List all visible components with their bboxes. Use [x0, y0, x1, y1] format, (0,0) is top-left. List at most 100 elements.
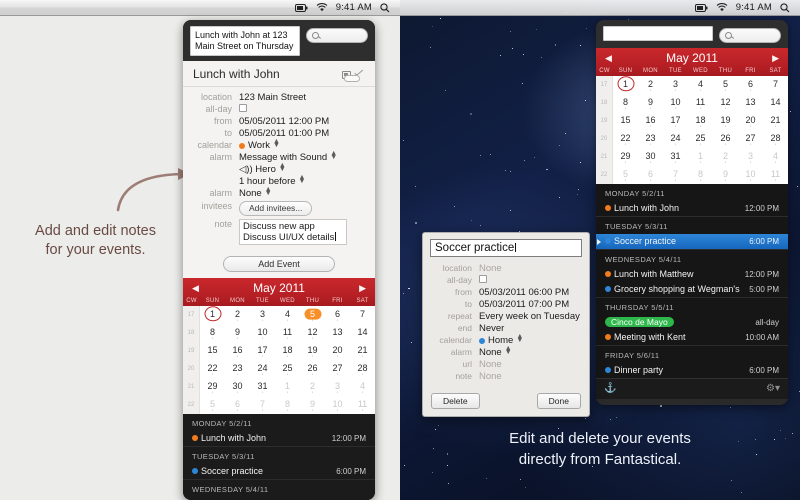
- calendar-day[interactable]: 3 ·: [663, 76, 688, 94]
- calendar-day[interactable]: 21 ·: [763, 112, 788, 130]
- calendar-day[interactable]: 10 ·: [250, 324, 275, 342]
- stepper-icon[interactable]: ▲ ▼: [299, 176, 304, 184]
- detail-field-value[interactable]: 05/03/2011 06:00 PM: [479, 287, 569, 298]
- calendar-day[interactable]: 16 ·: [225, 342, 250, 360]
- calendar-day[interactable]: 5 ·: [300, 306, 325, 324]
- calendar-day[interactable]: 17 ·: [250, 342, 275, 360]
- calendar-day[interactable]: 13: [738, 94, 763, 112]
- calendar-day[interactable]: 2 ·: [638, 76, 663, 94]
- calendar-day[interactable]: 15: [613, 112, 638, 130]
- stepper-icon[interactable]: ▲ ▼: [330, 152, 335, 160]
- calendar-day[interactable]: 7 ·: [250, 396, 275, 414]
- detail-field-value[interactable]: None: [479, 263, 502, 274]
- calendar-day[interactable]: 20 ·: [738, 112, 763, 130]
- calendar-day[interactable]: 21 ·: [350, 342, 375, 360]
- menubar-clock[interactable]: 9:41 AM: [736, 2, 772, 13]
- calendar-day[interactable]: 22 ·: [200, 360, 225, 378]
- gear-icon[interactable]: ⚙▾: [766, 383, 780, 394]
- calendar-day[interactable]: 16 ·: [638, 112, 663, 130]
- alarm2-select[interactable]: None ▲ ▼: [239, 188, 270, 199]
- calendar-day[interactable]: 6 ·: [325, 306, 350, 324]
- calendar-day[interactable]: 3 ·: [325, 378, 350, 396]
- calendar-day[interactable]: 5 ·: [713, 76, 738, 94]
- event-list-item[interactable]: Cinco de Mayo all-day: [596, 315, 788, 330]
- natural-language-input-right[interactable]: [603, 26, 713, 41]
- field-value[interactable]: 123 Main Street: [239, 92, 306, 103]
- field-value[interactable]: 05/05/2011 01:00 PM: [239, 128, 329, 139]
- calendar-day[interactable]: 11 ·: [688, 94, 713, 112]
- stepper-icon[interactable]: ▲ ▼: [265, 188, 270, 196]
- calendar-day[interactable]: 28 ·: [350, 360, 375, 378]
- calendar-day[interactable]: 26 ·: [713, 130, 738, 148]
- event-list-item[interactable]: Soccer practice 6:00 PM: [596, 234, 788, 249]
- calendar-day[interactable]: 4 ·: [275, 306, 300, 324]
- calendar-day[interactable]: 8 ·: [275, 396, 300, 414]
- calendar-day[interactable]: 18 ·: [688, 112, 713, 130]
- event-list-item[interactable]: Soccer practice 6:00 PM: [183, 464, 375, 479]
- calendar-day[interactable]: 31 ·: [663, 148, 688, 166]
- event-list-item[interactable]: Lunch with Matthew 12:00 PM: [596, 267, 788, 282]
- wifi-icon[interactable]: [716, 3, 728, 12]
- calendar-day[interactable]: 3 ·: [250, 306, 275, 324]
- calendar-day[interactable]: 9 ·: [713, 166, 738, 184]
- add-invitees-button[interactable]: Add invitees...: [239, 201, 312, 216]
- calendar-day[interactable]: 7: [763, 76, 788, 94]
- calendar-day[interactable]: 4 ·: [350, 378, 375, 396]
- calendar-day[interactable]: 12 ·: [300, 324, 325, 342]
- calendar-day[interactable]: 3 ·: [738, 148, 763, 166]
- calendar-day[interactable]: 28 ·: [763, 130, 788, 148]
- calendar-day[interactable]: 15: [200, 342, 225, 360]
- calendar-day[interactable]: 4 ·: [763, 148, 788, 166]
- prev-month-button[interactable]: ◀: [605, 53, 612, 64]
- calendar-day[interactable]: 29 ·: [613, 148, 638, 166]
- calendar-day[interactable]: 14: [350, 324, 375, 342]
- calendar-day[interactable]: 31 ·: [250, 378, 275, 396]
- calendar-day[interactable]: 2 ·: [713, 148, 738, 166]
- calendar-day[interactable]: 13: [325, 324, 350, 342]
- calendar-day[interactable]: 11 ·: [763, 166, 788, 184]
- event-list-item[interactable]: Dinner party 6:00 PM: [596, 363, 788, 378]
- event-list-item[interactable]: Lunch with John 12:00 PM: [183, 431, 375, 446]
- calendar-day[interactable]: 6 ·: [225, 396, 250, 414]
- calendar-day[interactable]: 27 ·: [325, 360, 350, 378]
- done-button[interactable]: Done: [537, 393, 581, 409]
- calendar-day[interactable]: 6 ·: [638, 166, 663, 184]
- calendar-day[interactable]: 11 ·: [350, 396, 375, 414]
- alarm-select[interactable]: Message with Sound ▲ ▼: [239, 152, 335, 163]
- calendar-reminder-toggle[interactable]: [342, 70, 365, 79]
- event-list-item[interactable]: Grocery shopping at Wegman's 5:00 PM: [596, 282, 788, 297]
- field-value[interactable]: 05/05/2011 12:00 PM: [239, 116, 329, 127]
- delete-button[interactable]: Delete: [431, 393, 480, 409]
- next-month-button[interactable]: ▶: [359, 283, 366, 294]
- detail-field-value[interactable]: Every week on Tuesday: [479, 311, 580, 322]
- calendar-day[interactable]: 24 ·: [663, 130, 688, 148]
- calendar-day[interactable]: 7: [350, 306, 375, 324]
- calendar-day[interactable]: 10 ·: [325, 396, 350, 414]
- calendar-day[interactable]: 25 ·: [688, 130, 713, 148]
- calendar-day[interactable]: 2 ·: [300, 378, 325, 396]
- calendar-day[interactable]: 1 ·: [688, 148, 713, 166]
- spotlight-search-icon[interactable]: [380, 3, 390, 13]
- note-textarea[interactable]: Discuss new app Discuss UI/UX details: [239, 219, 347, 245]
- calendar-day[interactable]: 18 ·: [275, 342, 300, 360]
- calendar-day[interactable]: 5 ·: [200, 396, 225, 414]
- calendar-day[interactable]: 1 ·: [275, 378, 300, 396]
- calendar-day[interactable]: 23 ·: [225, 360, 250, 378]
- calendar-day[interactable]: 19 ·: [300, 342, 325, 360]
- calendar-day[interactable]: 30 ·: [638, 148, 663, 166]
- calendar-day[interactable]: 24 ·: [250, 360, 275, 378]
- event-list-item[interactable]: Meeting with Kent 10:00 AM: [596, 330, 788, 345]
- calendar-day[interactable]: 22 ·: [613, 130, 638, 148]
- detail-field-value[interactable]: None: [479, 371, 502, 382]
- calendar-day[interactable]: 10 ·: [663, 94, 688, 112]
- calendar-day[interactable]: 26 ·: [300, 360, 325, 378]
- calendar-day[interactable]: 14: [763, 94, 788, 112]
- calendar-day[interactable]: 9 ·: [225, 324, 250, 342]
- allday-checkbox[interactable]: [239, 104, 247, 115]
- calendar-day[interactable]: 12 ·: [713, 94, 738, 112]
- calendar-day[interactable]: 6 ·: [738, 76, 763, 94]
- calendar-day[interactable]: 8 ·: [200, 324, 225, 342]
- detail-field-value[interactable]: Never: [479, 323, 504, 334]
- calendar-day[interactable]: 8 ·: [613, 94, 638, 112]
- calendar-day[interactable]: 19 ·: [713, 112, 738, 130]
